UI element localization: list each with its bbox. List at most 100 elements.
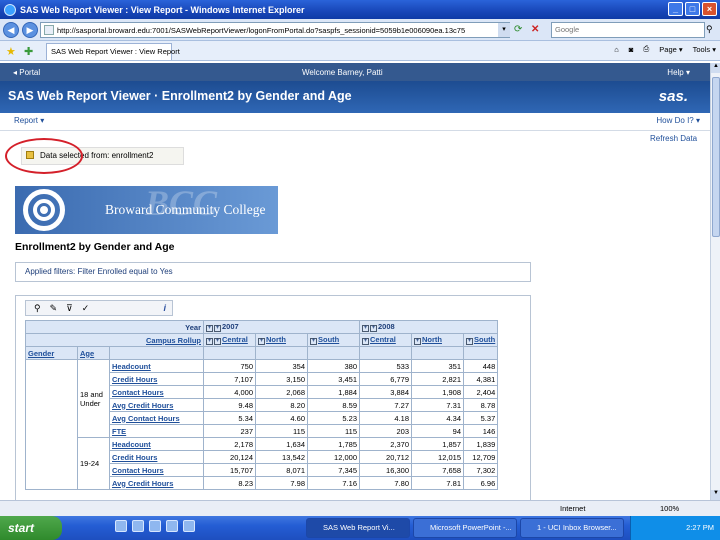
expand-icon[interactable]: + — [370, 325, 377, 332]
value-cell: 203 — [359, 424, 412, 438]
browser-tab[interactable]: SAS Web Report Viewer : View Report — [46, 43, 180, 60]
measure-label[interactable]: Headcount — [109, 359, 204, 373]
task-inbox[interactable]: 1 - UCI Inbox Browser... — [520, 518, 624, 538]
year-2008-header[interactable]: + +2008 — [358, 320, 499, 334]
age-header[interactable]: Age — [77, 346, 110, 360]
home-icon[interactable]: ⌂ — [614, 45, 619, 54]
campus-rollup-header[interactable]: Campus Rollup — [25, 333, 204, 347]
welcome-text: Welcome Barney, Patti — [302, 68, 383, 77]
expand-icon[interactable]: + — [206, 325, 213, 332]
campus-north-2007[interactable]: + North — [255, 333, 308, 347]
quicklaunch-icon[interactable] — [132, 520, 144, 532]
page-menu[interactable]: Page ▾ — [659, 45, 682, 54]
year-2007-header[interactable]: + +2007 — [203, 320, 360, 334]
expand-icon[interactable]: + — [214, 325, 221, 332]
search-input[interactable]: Google — [551, 22, 705, 38]
refresh-data-link[interactable]: Refresh Data — [650, 134, 697, 143]
report-title: Enrollment2 by Gender and Age — [15, 241, 175, 253]
expand-icon[interactable]: + — [414, 338, 421, 345]
value-cell: 533 — [359, 359, 412, 373]
year-header-label: Year — [25, 320, 204, 334]
measure-label[interactable]: Contact Hours — [109, 463, 204, 477]
close-button[interactable]: × — [702, 2, 717, 16]
help-menu[interactable]: Help ▾ — [667, 68, 690, 77]
data-source-name[interactable]: enrollment2 — [112, 151, 154, 160]
expand-icon[interactable]: + — [362, 338, 369, 345]
window-title: SAS Web Report Viewer : View Report - Wi… — [20, 4, 305, 15]
measure-label[interactable]: Avg Credit Hours — [109, 476, 204, 490]
task-sas-viewer[interactable]: SAS Web Report Vi... — [306, 518, 410, 538]
value-cell: 4.60 — [255, 411, 308, 425]
zoom-level[interactable]: 100% — [660, 504, 679, 513]
feeds-icon[interactable]: ◙ — [629, 45, 634, 54]
report-menu[interactable]: Report ▾ — [14, 116, 44, 125]
measure-label[interactable]: Credit Hours — [109, 372, 204, 386]
campus-label: Central — [370, 335, 396, 344]
tools-menu[interactable]: Tools ▾ — [693, 45, 716, 54]
minimize-button[interactable]: _ — [668, 2, 683, 16]
value-cell: 13,542 — [255, 450, 308, 464]
add-favorites-icon[interactable]: ✚ — [24, 45, 33, 58]
value-cell: 7,107 — [203, 372, 256, 386]
measure-label[interactable]: FTE — [109, 424, 204, 438]
info-icon[interactable]: i — [163, 303, 166, 313]
back-button[interactable]: ◀ — [3, 21, 19, 38]
tab-bar: ★ ✚ SAS Web Report Viewer : View Report … — [0, 41, 720, 61]
favorites-star-icon[interactable]: ★ — [6, 45, 16, 58]
quicklaunch-icon[interactable] — [149, 520, 161, 532]
measure-label[interactable]: Avg Contact Hours — [109, 411, 204, 425]
value-cell: 7.80 — [359, 476, 412, 490]
expand-icon[interactable]: + — [214, 338, 221, 345]
maximize-button[interactable]: □ — [685, 2, 700, 16]
value-cell: 8.78 — [462, 398, 499, 412]
spacer-cell — [307, 346, 360, 360]
forward-button[interactable]: ▶ — [22, 21, 38, 38]
print-icon[interactable]: ⎙ — [643, 44, 649, 54]
expand-icon[interactable]: + — [310, 338, 317, 345]
campus-central-2007[interactable]: + + Central — [203, 333, 256, 347]
value-cell: 8.59 — [307, 398, 360, 412]
quicklaunch-icon[interactable] — [115, 520, 127, 532]
explore-icon[interactable]: ⚲ — [34, 303, 41, 314]
campus-south-2008[interactable]: + South — [462, 333, 499, 347]
quicklaunch-icon[interactable] — [166, 520, 178, 532]
edit-icon[interactable]: ✎ — [50, 303, 58, 314]
address-field[interactable]: http://sasportal.broward.edu:7001/SASWeb… — [40, 22, 510, 38]
age-group-cell: 19-24 — [77, 437, 110, 490]
stop-icon[interactable]: ✕ — [531, 23, 545, 37]
measure-label[interactable]: Contact Hours — [109, 385, 204, 399]
expand-icon[interactable]: + — [258, 338, 265, 345]
table-row: 19-24 Headcount 2,178 1,634 1,785 2,370 1,857 1… — [26, 437, 499, 490]
quicklaunch-icon[interactable] — [183, 520, 195, 532]
value-cell: 7.81 — [411, 476, 464, 490]
portal-link[interactable]: ◂ Portal — [13, 68, 40, 77]
campus-north-2008[interactable]: + North — [411, 333, 464, 347]
check-icon[interactable]: ✓ — [82, 303, 90, 314]
gender-header[interactable]: Gender — [25, 346, 78, 360]
search-icon[interactable]: ⚲ — [706, 24, 713, 35]
address-dropdown-icon[interactable]: ▾ — [498, 23, 510, 37]
refresh-icon[interactable]: ⟳ — [514, 23, 528, 37]
scroll-up-icon[interactable]: ▲ — [711, 63, 720, 73]
report-menubar: Report ▾ How Do I? ▾ — [0, 113, 710, 131]
expand-icon[interactable]: + — [466, 338, 473, 345]
how-do-i-menu[interactable]: How Do I? ▾ — [656, 116, 700, 125]
scroll-thumb[interactable] — [712, 77, 720, 237]
task-powerpoint[interactable]: Microsoft PowerPoint -... — [413, 518, 517, 538]
measure-label[interactable]: Headcount — [109, 437, 204, 451]
measure-label[interactable]: Credit Hours — [109, 450, 204, 464]
vertical-scrollbar[interactable]: ▲ ▼ — [710, 63, 720, 500]
value-cell: 3,150 — [255, 372, 308, 386]
value-cell: 3,884 — [359, 385, 412, 399]
expand-icon[interactable]: + — [362, 325, 369, 332]
ie-icon — [4, 3, 16, 16]
applied-filters: Applied filters: Filter Enrolled equal t… — [15, 262, 531, 282]
campus-central-2008[interactable]: + Central — [359, 333, 412, 347]
measure-label[interactable]: Avg Credit Hours — [109, 398, 204, 412]
campus-south-2007[interactable]: + South — [307, 333, 360, 347]
scroll-down-icon[interactable]: ▼ — [711, 490, 720, 500]
expand-icon[interactable]: + — [206, 338, 213, 345]
start-button[interactable]: start — [0, 516, 62, 540]
filter-icon[interactable]: ⊽ — [66, 303, 73, 314]
value-cell: 12,000 — [307, 450, 360, 464]
